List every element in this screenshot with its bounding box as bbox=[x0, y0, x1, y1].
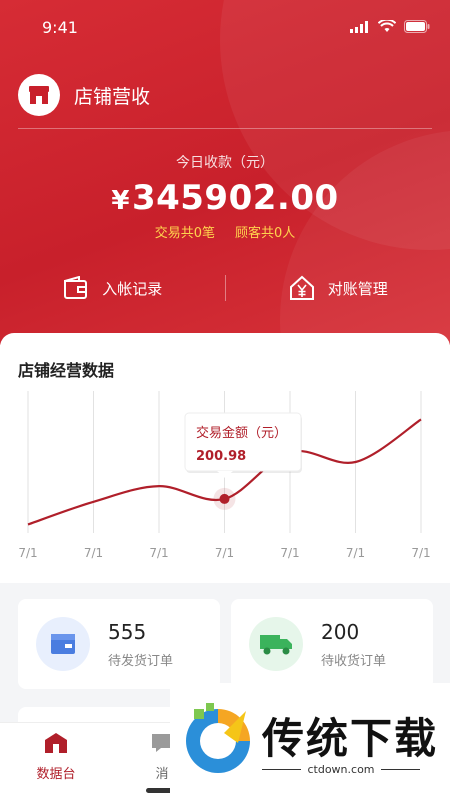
reconciliation-label: 对账管理 bbox=[327, 279, 388, 298]
x-tick-label: 7/1 bbox=[18, 546, 37, 560]
status-icons bbox=[350, 20, 430, 33]
today-income-label: 今日收款（元） bbox=[176, 155, 274, 171]
stat-text: 555 待发货订单 bbox=[108, 620, 173, 669]
pending-receipt-card[interactable]: 200 待收货订单 bbox=[231, 599, 433, 689]
income-records-label: 入帐记录 bbox=[102, 279, 163, 298]
reconciliation-button[interactable]: 对账管理 bbox=[226, 274, 450, 302]
divider bbox=[380, 769, 420, 770]
store-info[interactable]: 店铺营收 bbox=[18, 74, 150, 116]
battery-icon bbox=[404, 20, 430, 33]
divider bbox=[18, 128, 432, 129]
store-icon bbox=[45, 733, 67, 753]
summary-counts: 交易共0笔 顾客共0人 bbox=[0, 222, 450, 241]
pending-shipment-card[interactable]: 555 待发货订单 bbox=[18, 599, 220, 689]
stat-text: 200 待收货订单 bbox=[321, 620, 386, 669]
watermark-name: 传统下载 bbox=[262, 714, 439, 763]
box-icon bbox=[51, 634, 75, 654]
revenue-header: 9:41 店铺营收 今日收款（元） ¥345902.00 交易共0笔 顾客共0人… bbox=[0, 0, 450, 345]
watermark-logo-icon bbox=[186, 703, 250, 773]
store-title: 店铺营收 bbox=[74, 85, 151, 108]
tab-dashboard[interactable]: 数据台 bbox=[0, 731, 112, 782]
screen: 9:41 店铺营收 今日收款（元） ¥345902.00 交易共0笔 顾客共0人… bbox=[0, 0, 450, 800]
stat-icon-wrap bbox=[36, 617, 90, 671]
tab-label: 数据台 bbox=[36, 767, 76, 782]
pending-shipment-label: 待发货订单 bbox=[108, 653, 174, 669]
wifi-icon bbox=[378, 20, 396, 32]
status-time: 9:41 bbox=[42, 18, 78, 37]
divider bbox=[262, 769, 302, 770]
store-avatar bbox=[18, 74, 60, 116]
watermark-url: ctdown.com bbox=[262, 763, 420, 776]
today-income-amount: ¥345902.00 bbox=[0, 178, 450, 218]
tooltip-arrow bbox=[217, 471, 233, 478]
stat-icon-wrap bbox=[249, 617, 303, 671]
operations-line-chart[interactable]: 交易金额（元） 200.98 7/1 7/1 7/1 7/1 7/1 7/1 7/1 bbox=[0, 333, 450, 583]
watermark-url-text: ctdown.com bbox=[307, 763, 375, 776]
truck-icon bbox=[260, 635, 292, 655]
tooltip-label: 交易金额（元） bbox=[196, 425, 287, 441]
status-bar: 9:41 bbox=[0, 0, 450, 58]
tooltip-value: 200.98 bbox=[196, 449, 246, 464]
x-tick-label: 7/1 bbox=[346, 546, 365, 560]
house-yen-icon bbox=[289, 275, 314, 300]
today-summary: 今日收款（元） ¥345902.00 交易共0笔 顾客共0人 bbox=[0, 152, 450, 241]
x-tick-label: 7/1 bbox=[411, 546, 430, 560]
pending-receipt-label: 待收货订单 bbox=[321, 653, 387, 669]
shop-icon bbox=[29, 86, 49, 104]
signal-icon bbox=[350, 20, 368, 33]
x-tick-label: 7/1 bbox=[215, 546, 234, 560]
x-tick-label: 7/1 bbox=[280, 546, 299, 560]
pending-shipment-count: 555 bbox=[108, 619, 147, 644]
pending-receipt-count: 200 bbox=[321, 619, 360, 644]
wallet-icon bbox=[64, 276, 88, 299]
currency-symbol: ¥ bbox=[111, 186, 130, 216]
data-point bbox=[219, 493, 230, 504]
watermark: 传统下载 ctdown.com bbox=[170, 683, 450, 800]
x-tick-label: 7/1 bbox=[84, 546, 103, 560]
x-tick-label: 7/1 bbox=[149, 546, 168, 560]
transaction-count: 交易共0笔 bbox=[154, 226, 215, 241]
income-records-button[interactable]: 入帐记录 bbox=[0, 276, 225, 300]
customer-count: 顾客共0人 bbox=[235, 226, 296, 241]
store-operations-card: 店铺经营数据 交易金额（元） 200.98 7/1 7/1 7/1 7/1 7/1 7/1 7/… bbox=[0, 333, 450, 583]
quick-actions: 入帐记录 对账管理 bbox=[0, 268, 450, 308]
amount-value: 345902.00 bbox=[131, 178, 339, 218]
